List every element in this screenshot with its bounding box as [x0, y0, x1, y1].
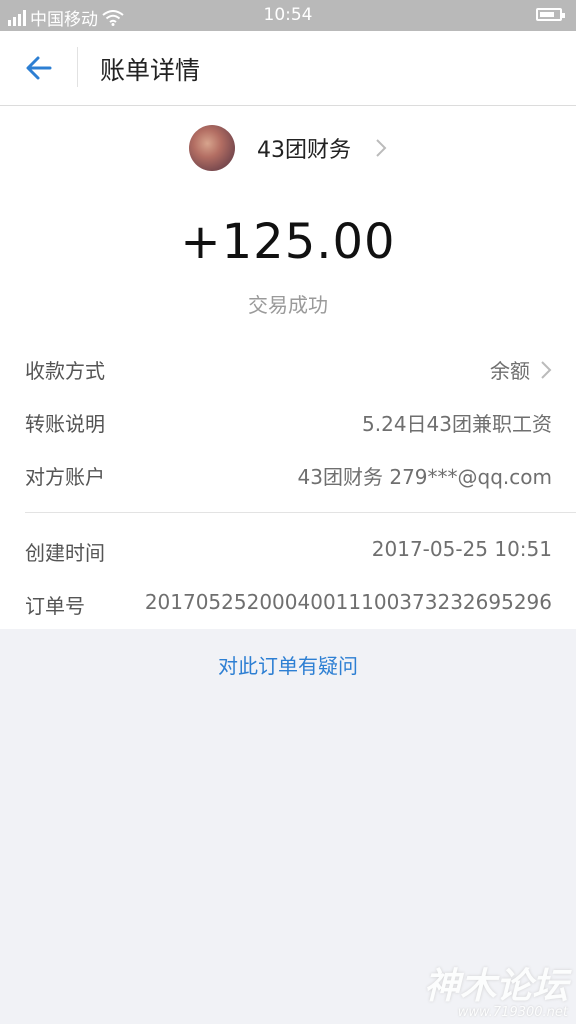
bill-detail-card: 43团财务 +125.00 交易成功 收款方式 余额 转账说明 5.24日43团…	[0, 106, 576, 629]
status-bar: 中国移动 10:54	[0, 0, 576, 31]
avatar	[189, 125, 235, 171]
order-number-row: 订单号 20170525200040011100373232695296	[25, 590, 552, 620]
created-time-value: 2017-05-25 10:51	[371, 537, 552, 561]
order-number-label: 订单号	[25, 594, 85, 618]
header-divider	[77, 47, 78, 87]
payment-method-label: 收款方式	[25, 359, 105, 383]
payment-method-value-wrap: 余额	[490, 355, 552, 384]
order-question-link[interactable]: 对此订单有疑问	[0, 650, 576, 679]
battery-fill	[540, 12, 554, 17]
transfer-note-row: 转账说明 5.24日43团兼职工资	[25, 408, 552, 438]
transfer-note-label: 转账说明	[25, 412, 105, 436]
transaction-status: 交易成功	[248, 293, 328, 317]
clock: 10:54	[263, 5, 313, 25]
counterparty-account-row: 对方账户 43团财务 279***@qq.com	[25, 461, 552, 491]
payee-row[interactable]: 43团财务	[0, 124, 576, 172]
section-divider	[25, 512, 576, 513]
app-header: 账单详情	[0, 31, 576, 106]
payee-name: 43团财务	[257, 138, 351, 163]
watermark: 神木论坛 www.719300.net	[424, 957, 568, 1020]
transfer-note-value: 5.24日43团兼职工资	[362, 412, 552, 436]
chevron-right-icon	[541, 360, 552, 379]
page-title: 账单详情	[100, 56, 201, 85]
payment-method-value: 余额	[490, 359, 530, 383]
counterparty-account-value: 43团财务 279***@qq.com	[297, 465, 552, 489]
order-number-value: 20170525200040011100373232695296	[144, 590, 552, 614]
created-time-row: 创建时间 2017-05-25 10:51	[25, 537, 552, 567]
watermark-text: 神木论坛	[423, 966, 568, 1007]
counterparty-account-label: 对方账户	[25, 465, 105, 489]
back-arrow-icon[interactable]	[24, 53, 54, 83]
created-time-label: 创建时间	[25, 541, 105, 565]
chevron-right-icon	[376, 139, 387, 157]
transaction-amount: +125.00	[180, 214, 396, 270]
payment-method-row[interactable]: 收款方式 余额	[25, 355, 552, 385]
battery-icon	[536, 8, 565, 21]
